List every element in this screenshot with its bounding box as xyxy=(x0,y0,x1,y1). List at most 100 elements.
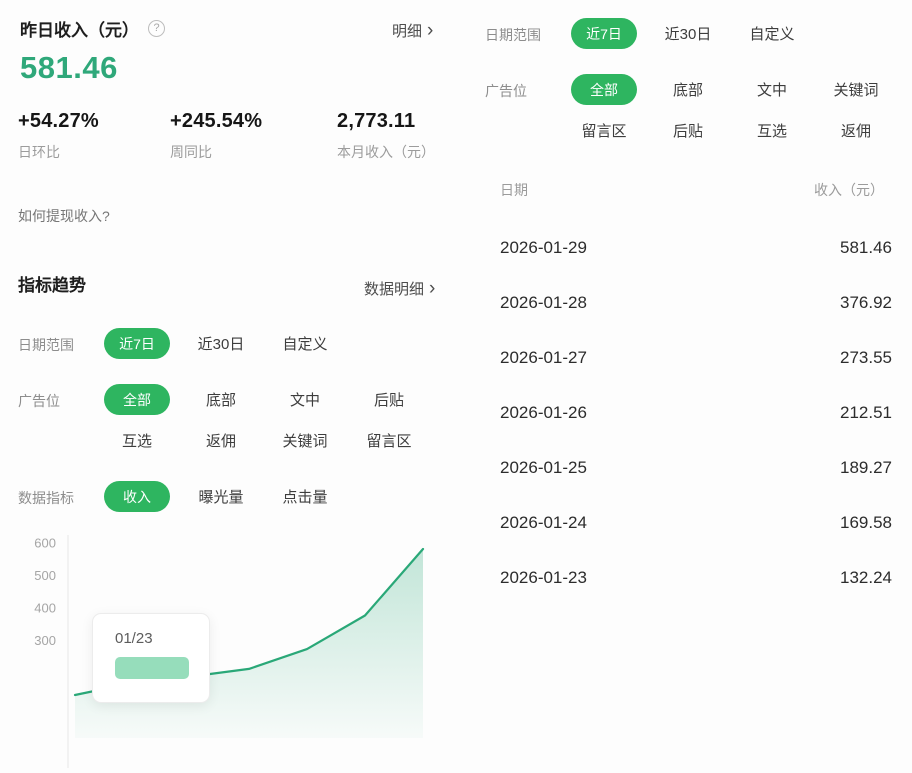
filter-label: 数据指标 xyxy=(18,481,95,508)
tooltip-series-tag xyxy=(115,657,189,679)
filter-option-selected[interactable]: 全部 xyxy=(571,74,637,105)
filter-row: 数据指标收入 曝光量 点击量 xyxy=(18,481,438,512)
withdraw-help-link[interactable]: 如何提现收入? xyxy=(18,206,110,226)
table-row: 2026-01-25189.27 xyxy=(460,440,912,495)
filter-option[interactable]: 关键词 xyxy=(833,79,878,100)
filter-row: 日期范围近7日 近30日 自定义 xyxy=(485,18,905,49)
filter-option-cell: 底部 xyxy=(646,74,730,105)
filter-option-cell: 底部 xyxy=(179,384,263,415)
filter-option[interactable]: 互选 xyxy=(122,430,152,451)
filter-option[interactable]: 后贴 xyxy=(374,389,404,410)
stat-block: +245.54%周同比 xyxy=(170,110,337,162)
filter-option[interactable]: 留言区 xyxy=(366,430,411,451)
filter-option[interactable]: 文中 xyxy=(290,389,320,410)
filter-label: 广告位 xyxy=(18,384,95,411)
filter-option[interactable]: 后贴 xyxy=(673,120,703,141)
filter-option-cell: 文中 xyxy=(263,384,347,415)
table-row: 2026-01-26212.51 xyxy=(460,385,912,440)
income-detail-link[interactable]: 明细 › xyxy=(392,20,433,41)
filter-label: 日期范围 xyxy=(485,18,562,45)
chart-tooltip: 01/23 xyxy=(92,613,210,703)
table-row: 2026-01-27273.55 xyxy=(460,330,912,385)
row-date: 2026-01-29 xyxy=(500,238,587,258)
table-row: 2026-01-23 132.24 xyxy=(460,550,912,605)
row-income: 169.58 xyxy=(840,513,892,533)
filter-option-cell: 互选 xyxy=(730,115,814,146)
filter-option-cell: 后贴 xyxy=(347,384,431,415)
right-panel: 日期范围近7日近30日自定义广告位全部底部文中关键词留言区后贴互选返佣 日期 收… xyxy=(460,0,912,663)
filter-option-cell: 后贴 xyxy=(646,115,730,146)
y-axis-tick-label: 600 xyxy=(34,536,56,551)
filter-label: 广告位 xyxy=(485,74,562,101)
trend-chart: 600 500 400 300 xyxy=(0,528,450,768)
filter-option-selected[interactable]: 全部 xyxy=(104,384,170,415)
income-detail-link-label: 明细 xyxy=(392,20,422,41)
chevron-right-icon: › xyxy=(427,24,433,38)
stat-label: 周同比 xyxy=(170,142,337,162)
filter-option-cell: 曝光量 xyxy=(179,481,263,512)
help-icon[interactable]: ? xyxy=(148,20,165,37)
income-table: 日期 收入（元） 2026-01-29581.462026-01-28376.9… xyxy=(460,170,912,605)
filter-option[interactable]: 返佣 xyxy=(841,120,871,141)
trend-detail-link[interactable]: 数据明细 › xyxy=(364,278,435,299)
filter-option-selected[interactable]: 近7日 xyxy=(571,18,637,49)
row-income: 376.92 xyxy=(840,293,892,313)
row-income: 273.55 xyxy=(840,348,892,368)
filter-option[interactable]: 返佣 xyxy=(206,430,236,451)
filter-option-cell: 自定义 xyxy=(730,18,814,49)
filter-option-cell: 返佣 xyxy=(179,425,263,456)
filter-option-cell: 近7日 xyxy=(562,18,646,49)
filter-label: 日期范围 xyxy=(18,328,95,355)
row-income: 581.46 xyxy=(840,238,892,258)
filter-option[interactable]: 互选 xyxy=(757,120,787,141)
filter-option-cell: 近30日 xyxy=(179,328,263,359)
filter-option[interactable]: 底部 xyxy=(673,79,703,100)
filter-option[interactable]: 底部 xyxy=(206,389,236,410)
filter-option-cell: 点击量 xyxy=(263,481,347,512)
filter-row: 广告位全部 底部 文中 后贴互选 返佣 关键词 留言区 xyxy=(18,384,438,456)
filter-option-cell: 留言区 xyxy=(562,115,646,146)
y-axis-tick-label: 500 xyxy=(34,568,56,583)
row-date: 2026-01-23 xyxy=(500,568,587,588)
stat-value: 2,773.11 xyxy=(337,110,435,133)
chevron-right-icon: › xyxy=(429,282,435,296)
row-date: 2026-01-24 xyxy=(500,513,587,533)
y-axis-tick-label: 400 xyxy=(34,601,56,616)
left-panel: 昨日收入（元） ? 明细 › 581.46 +54.27%日环比+245.54%… xyxy=(0,0,450,663)
stat-value: +54.27% xyxy=(18,110,170,133)
stat-block: 2,773.11本月收入（元） xyxy=(337,110,435,162)
table-row: 2026-01-29 581.46 xyxy=(460,220,912,275)
filter-option-cell: 全部 xyxy=(95,384,179,415)
column-date: 日期 xyxy=(500,180,528,200)
stat-label: 日环比 xyxy=(18,142,170,162)
row-income: 132.24 xyxy=(840,568,892,588)
filter-option[interactable]: 点击量 xyxy=(282,486,327,507)
row-date: 2026-01-26 xyxy=(500,403,587,423)
table-row: 2026-01-28376.92 xyxy=(460,275,912,330)
row-income: 189.27 xyxy=(840,458,892,478)
y-axis-tick-label: 300 xyxy=(34,633,56,648)
filter-option-cell: 返佣 xyxy=(814,115,898,146)
filter-option[interactable]: 近30日 xyxy=(198,333,245,354)
filter-option[interactable]: 留言区 xyxy=(581,120,626,141)
trend-detail-link-label: 数据明细 xyxy=(364,278,424,299)
filter-option[interactable]: 文中 xyxy=(757,79,787,100)
yesterday-income-amount: 581.46 xyxy=(20,50,118,86)
filter-option[interactable]: 自定义 xyxy=(282,333,327,354)
filter-option-cell: 文中 xyxy=(730,74,814,105)
trend-filters: 日期范围近7日 近30日 自定义广告位全部 底部 文中 后贴互选 返佣 关键词 留言区数据指标收… xyxy=(18,328,438,537)
filter-option-cell: 全部 xyxy=(562,74,646,105)
income-stats-row: +54.27% 日环比+245.54%周同比2,773.11本月收入（元） xyxy=(18,110,435,162)
filter-option-selected[interactable]: 收入 xyxy=(104,481,170,512)
filter-option[interactable]: 近30日 xyxy=(665,23,712,44)
filter-option[interactable]: 关键词 xyxy=(282,430,327,451)
filter-option-cell: 收入 xyxy=(95,481,179,512)
filter-option-cell: 关键词 xyxy=(814,74,898,105)
filter-option[interactable]: 曝光量 xyxy=(198,486,243,507)
table-row: 2026-01-24 169.58 xyxy=(460,495,912,550)
tooltip-date: 01/23 xyxy=(115,630,209,647)
filter-row: 广告位全部 底部 文中 关键词留言区 后贴 互选 返佣 xyxy=(485,74,905,146)
stat-block: +54.27% 日环比 xyxy=(18,110,170,162)
filter-option-selected[interactable]: 近7日 xyxy=(104,328,170,359)
filter-option[interactable]: 自定义 xyxy=(749,23,794,44)
